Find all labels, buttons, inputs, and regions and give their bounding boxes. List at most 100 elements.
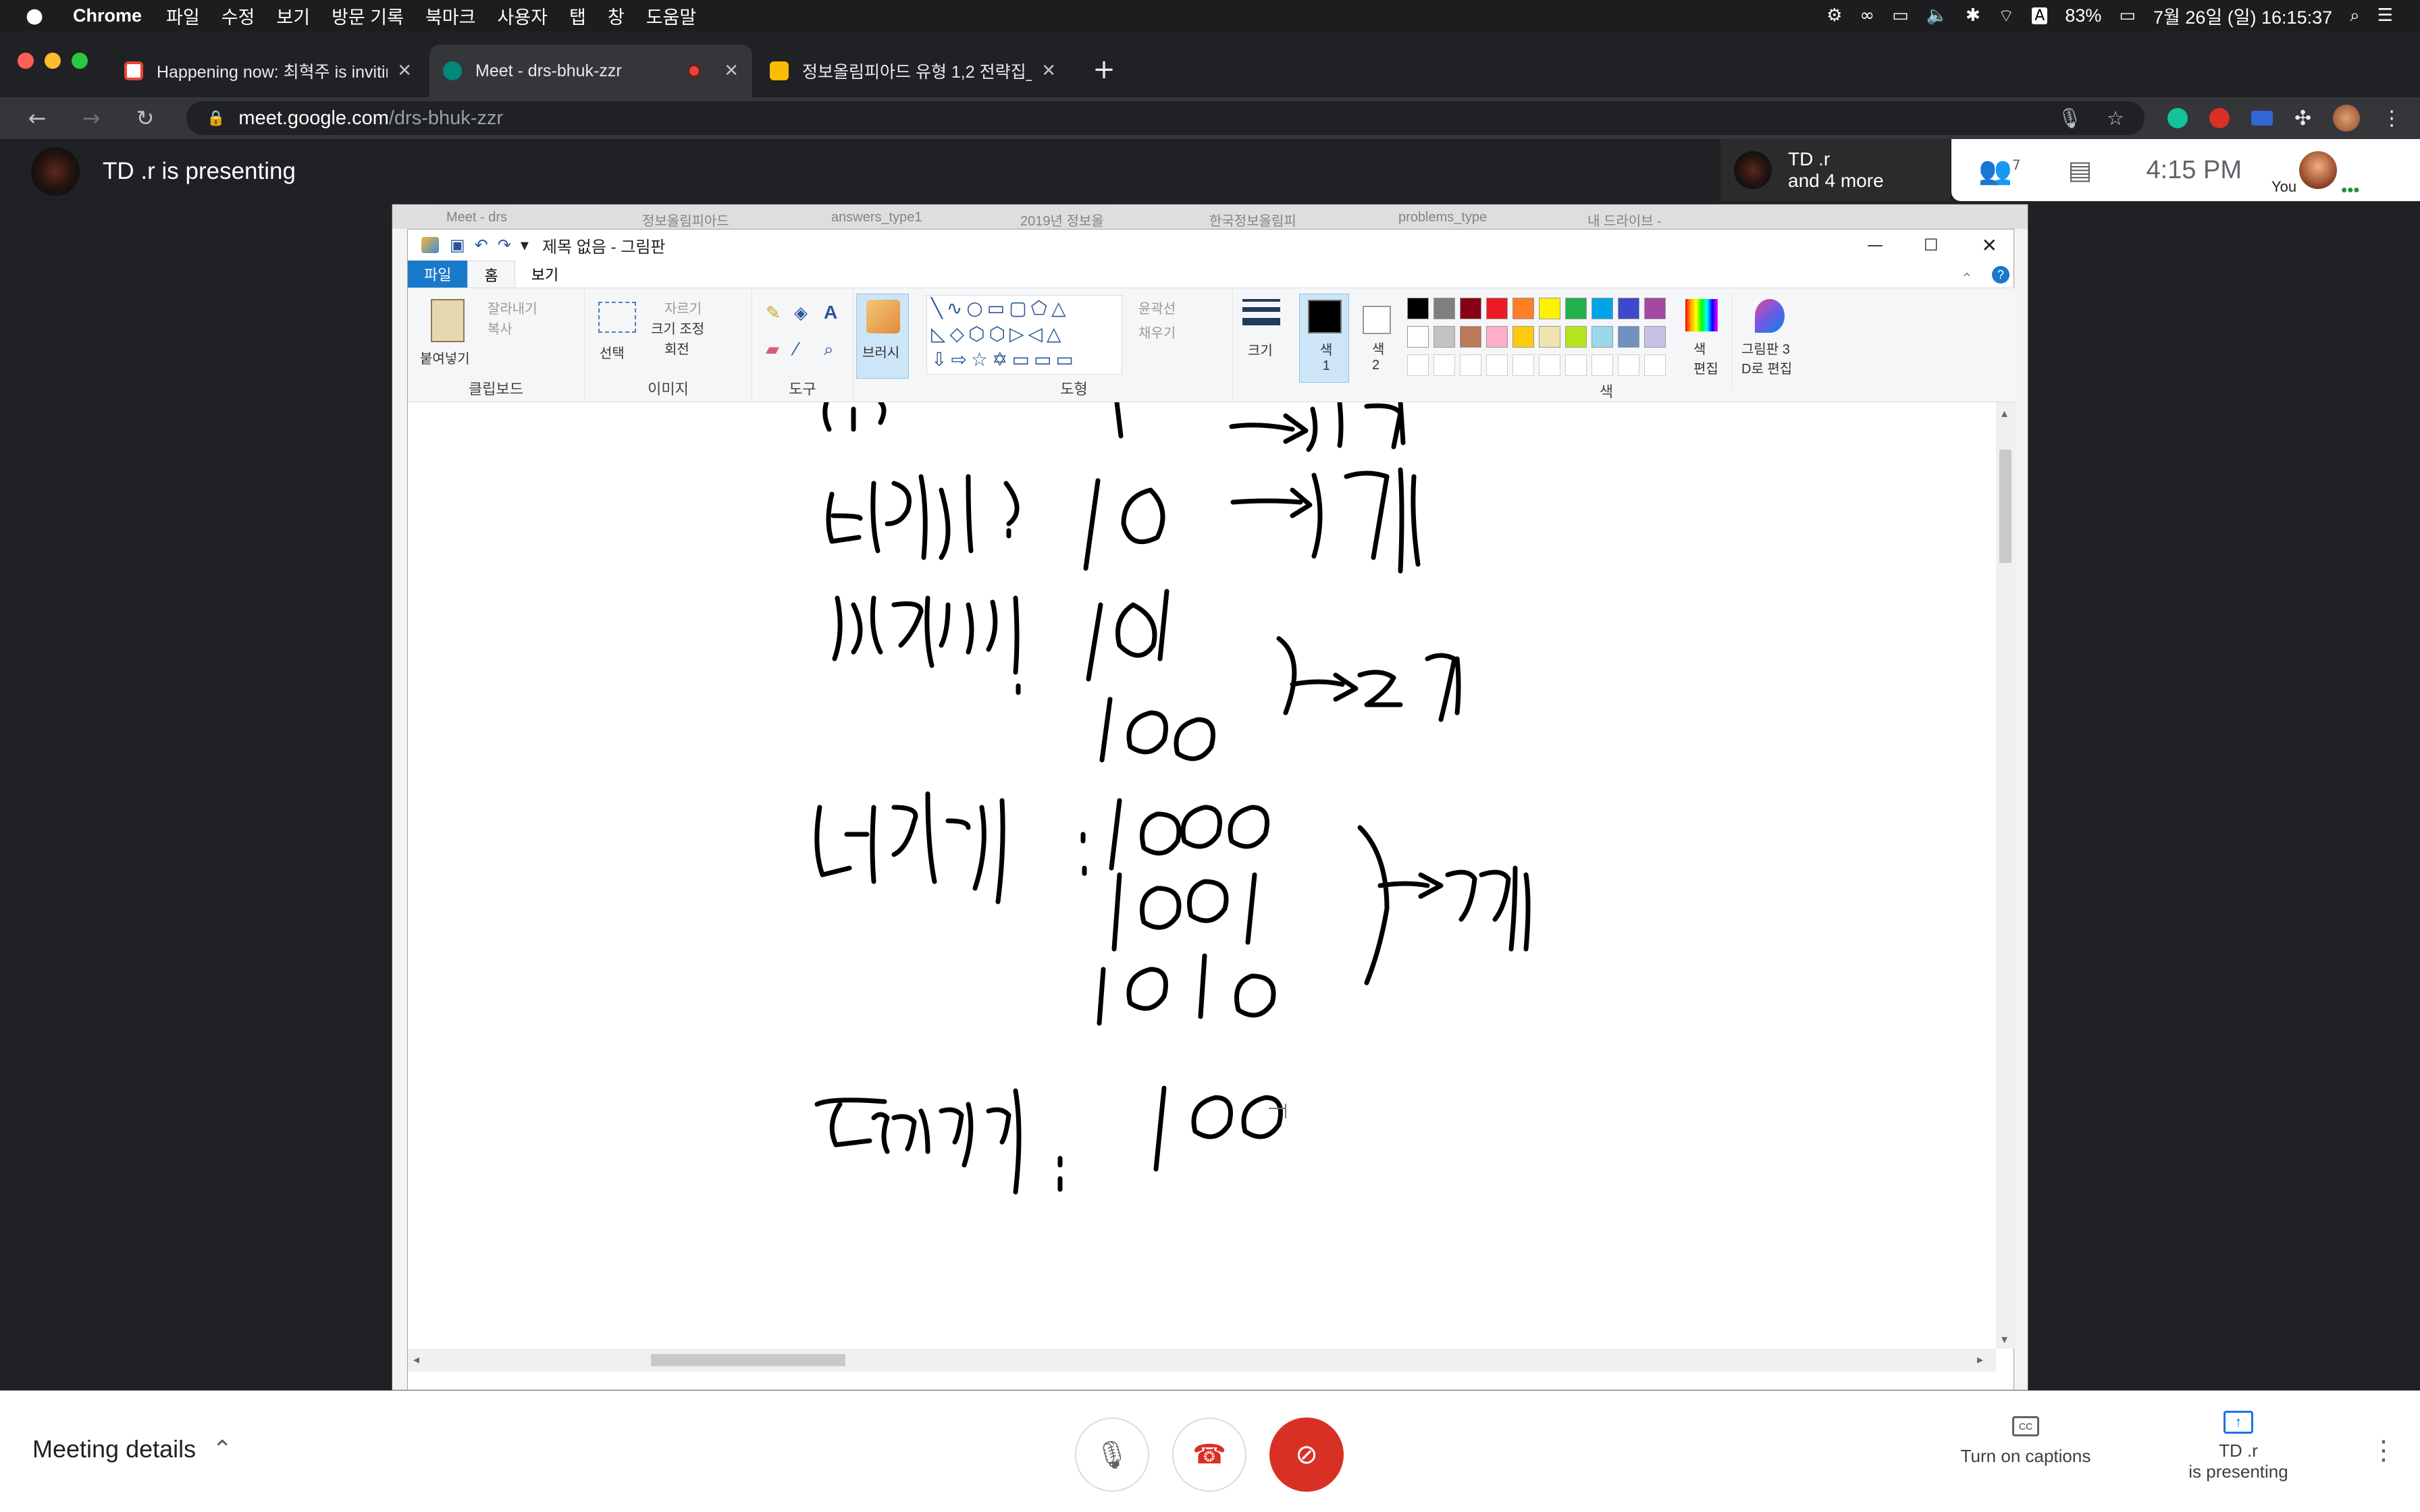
airplay-icon[interactable]: ▭: [1892, 5, 1909, 26]
menu-people[interactable]: 사용자: [497, 3, 548, 29]
eraser-icon[interactable]: ▰: [766, 340, 779, 360]
color-picker-icon[interactable]: ⁄: [794, 340, 797, 360]
magnifier-icon[interactable]: ⌕: [824, 340, 834, 360]
color-swatch[interactable]: [1618, 298, 1639, 319]
address-bar[interactable]: 🔒 meet.google.com/drs-bhuk-zzr 🎙 ☆: [186, 101, 2145, 135]
more-options-icon[interactable]: ⋮: [2370, 1435, 2397, 1466]
empty-color-swatch[interactable]: [1618, 354, 1639, 376]
color-swatch[interactable]: [1460, 326, 1481, 348]
menu-file[interactable]: 파일: [166, 3, 200, 29]
color-swatch[interactable]: [1512, 298, 1534, 319]
color-swatch[interactable]: [1644, 298, 1666, 319]
spotlight-icon[interactable]: ⌕: [2350, 5, 2360, 26]
color-swatch[interactable]: [1644, 326, 1666, 348]
scroll-down-icon[interactable]: ▾: [2001, 1332, 2007, 1347]
quick-access-dropdown-icon[interactable]: ▾: [521, 236, 529, 254]
shapes-gallery[interactable]: ╲∿○▭▢⬠△ ◺◇⬡⬡▷◁△ ⇩⇨☆✡▭▭▭: [926, 295, 1122, 375]
profile-avatar[interactable]: [2333, 105, 2361, 132]
input-source-icon[interactable]: A: [2032, 7, 2048, 24]
empty-color-swatch[interactable]: [1486, 354, 1508, 376]
browser-tab-slides[interactable]: 정보올림피아드 유형 1,2 전략집_고등 ✕: [756, 45, 1070, 97]
vertical-scroll-thumb[interactable]: [1999, 450, 2011, 563]
zip-extension-icon[interactable]: [2251, 111, 2273, 126]
help-icon[interactable]: ?: [1992, 266, 2009, 284]
empty-color-swatch[interactable]: [1644, 354, 1666, 376]
select-icon[interactable]: [598, 302, 636, 333]
minimize-window-icon[interactable]: [45, 53, 61, 69]
menu-help[interactable]: 도움말: [646, 3, 697, 29]
scroll-right-icon[interactable]: ▸: [1977, 1353, 1983, 1367]
menu-edit[interactable]: 수정: [221, 3, 255, 29]
extensions-puzzle-icon[interactable]: ✣: [2294, 107, 2311, 130]
resize-button[interactable]: 크기 조정: [651, 318, 704, 338]
glasses-icon[interactable]: ∞: [1860, 5, 1874, 26]
edit-colors-button[interactable]: 색 편집: [1677, 294, 1725, 388]
extension-red-icon[interactable]: [2209, 108, 2230, 128]
color2-button[interactable]: 색 2: [1352, 294, 1400, 383]
people-icon[interactable]: 👥7: [1978, 155, 2021, 186]
leave-call-button[interactable]: ☎: [1172, 1418, 1246, 1492]
close-tab-icon[interactable]: ✕: [724, 61, 739, 81]
paint3d-button[interactable]: 그림판 3 D로 편집: [1731, 294, 1806, 388]
captions-button[interactable]: CC Turn on captions: [1945, 1416, 2107, 1467]
empty-color-swatch[interactable]: [1407, 354, 1429, 376]
color-swatch[interactable]: [1407, 326, 1429, 348]
color-swatch[interactable]: [1592, 326, 1613, 348]
bluetooth-icon[interactable]: ✱: [1966, 5, 1980, 26]
back-icon[interactable]: ←: [20, 105, 54, 131]
menu-window[interactable]: 창: [608, 3, 625, 29]
new-tab-button[interactable]: +: [1087, 53, 1121, 86]
menubar-clock[interactable]: 7월 26일 (일) 16:15:37: [2153, 3, 2332, 29]
status-icon[interactable]: ⚙: [1826, 5, 1842, 26]
scroll-left-icon[interactable]: ◂: [413, 1353, 419, 1367]
microphone-icon[interactable]: 🎙: [2057, 107, 2082, 130]
close-tab-icon[interactable]: ✕: [1041, 61, 1056, 81]
menu-history[interactable]: 방문 기록: [332, 3, 404, 29]
camera-off-button[interactable]: ⊘: [1269, 1418, 1344, 1492]
color-swatch[interactable]: [1433, 298, 1455, 319]
empty-color-swatch[interactable]: [1592, 354, 1613, 376]
color-swatch[interactable]: [1512, 326, 1534, 348]
presentation-button[interactable]: ↑ TD .r is presenting: [2161, 1411, 2316, 1482]
undo-icon[interactable]: ↶: [475, 236, 488, 254]
outline-button[interactable]: 윤곽선: [1138, 298, 1176, 317]
pencil-icon[interactable]: ✎: [766, 303, 781, 323]
menu-tab[interactable]: 탭: [569, 3, 586, 29]
canvas-vertical-scrollbar[interactable]: ▴ ▾: [1996, 402, 2015, 1349]
empty-color-swatch[interactable]: [1460, 354, 1481, 376]
grammarly-icon[interactable]: [2167, 108, 2188, 128]
ribbon-tab-home[interactable]: 홈: [467, 261, 515, 288]
ribbon-tab-view[interactable]: 보기: [515, 261, 575, 288]
color-swatch[interactable]: [1486, 326, 1508, 348]
color-swatch[interactable]: [1539, 326, 1560, 348]
text-icon[interactable]: A: [824, 302, 837, 323]
control-center-icon[interactable]: ☰: [2377, 5, 2393, 26]
fill-button[interactable]: 채우기: [1138, 322, 1176, 342]
color-swatch[interactable]: [1565, 298, 1587, 319]
microphone-button[interactable]: 🎙: [1075, 1418, 1149, 1492]
color-swatch[interactable]: [1565, 326, 1587, 348]
chat-icon[interactable]: ▤: [2068, 155, 2093, 185]
save-icon[interactable]: ▣: [450, 236, 465, 254]
scroll-up-icon[interactable]: ▴: [2001, 406, 2007, 421]
rotate-button[interactable]: 회전: [664, 338, 689, 358]
paste-button[interactable]: 붙여넣기: [420, 348, 470, 367]
menubar-app-name[interactable]: Chrome: [73, 5, 142, 26]
lock-icon[interactable]: 🔒: [207, 110, 225, 127]
empty-color-swatch[interactable]: [1565, 354, 1587, 376]
brush-button[interactable]: 브러시: [856, 294, 909, 379]
browser-tab-gmail[interactable]: Happening now: 최혁주 is invitin ✕: [111, 45, 425, 97]
empty-color-swatch[interactable]: [1539, 354, 1560, 376]
cut-button[interactable]: 잘라내기: [488, 298, 537, 317]
reload-icon[interactable]: ↻: [128, 105, 162, 131]
color-swatch[interactable]: [1486, 298, 1508, 319]
collapse-ribbon-icon[interactable]: ⌃: [1961, 271, 1973, 288]
color-swatch[interactable]: [1539, 298, 1560, 319]
battery-icon[interactable]: ▭: [2119, 5, 2136, 26]
redo-icon[interactable]: ↷: [498, 236, 511, 254]
minimize-icon[interactable]: —: [1867, 236, 1883, 254]
menu-view[interactable]: 보기: [276, 3, 310, 29]
close-icon[interactable]: ✕: [1982, 234, 1997, 256]
participant-tile[interactable]: TD .r and 4 more: [1720, 139, 1950, 201]
color-swatch[interactable]: [1592, 298, 1613, 319]
